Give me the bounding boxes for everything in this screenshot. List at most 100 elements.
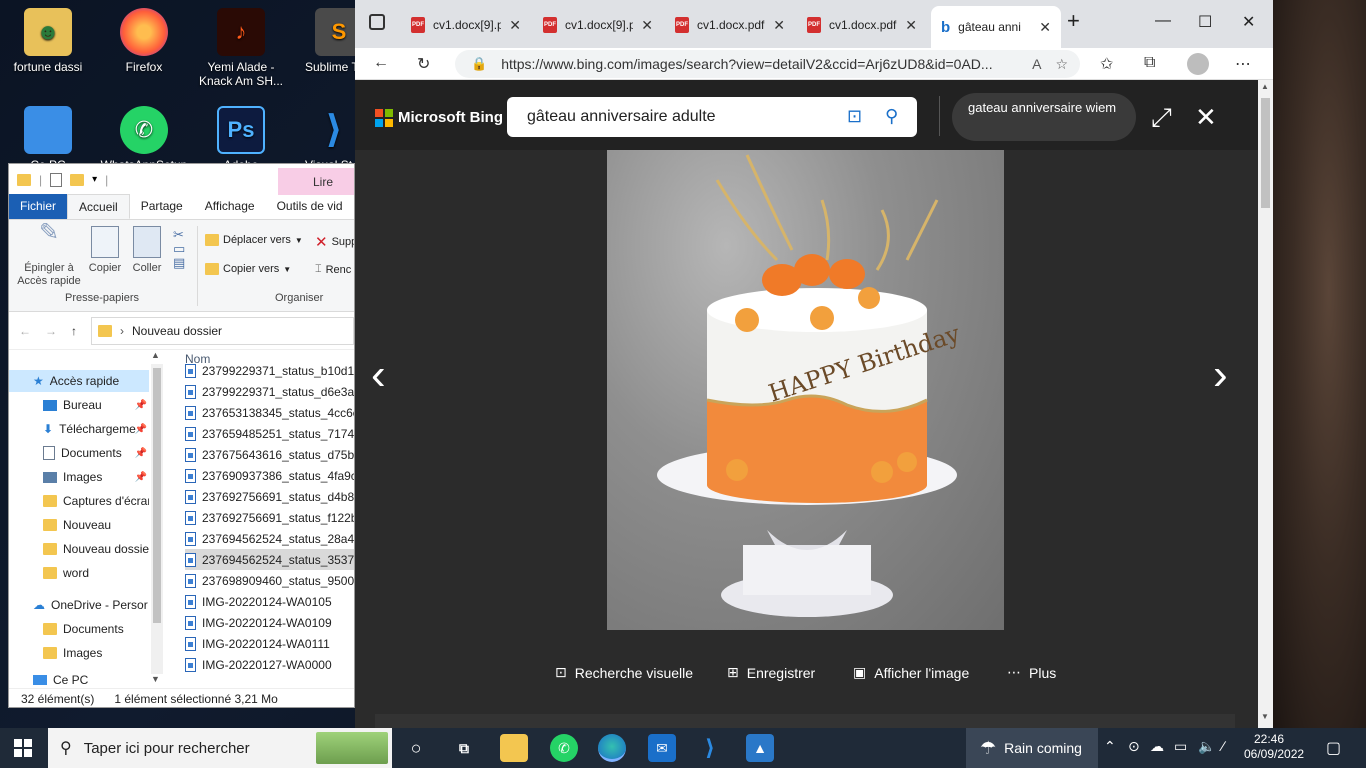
taskbar-search-box[interactable]: ⚲ Taper ici pour rechercher xyxy=(48,728,392,768)
bing-brand[interactable]: Microsoft Bing xyxy=(398,109,503,126)
file-row[interactable]: 237692756691_status_d4b893 xyxy=(185,486,354,507)
favorites-icon[interactable]: ✩ xyxy=(1100,54,1113,74)
add-favorite-icon[interactable]: ☆ xyxy=(1055,56,1080,73)
nav-item-quick-access[interactable]: ★ Accès rapide xyxy=(9,370,149,392)
close-icon[interactable]: ✕ xyxy=(1039,19,1051,36)
copy-to-button[interactable]: Copier vers ▼ xyxy=(205,263,291,275)
browser-tab[interactable]: PDF cv1.docx[9].pdf ✕ xyxy=(401,10,531,40)
cake-photo[interactable]: HAPPY Birthday xyxy=(607,150,1004,630)
file-row[interactable]: 23799229371_status_b10d143 xyxy=(185,360,354,381)
pin-quick-access-button[interactable]: ✎ Épingler à Accès rapide xyxy=(15,221,83,288)
scroll-down-icon[interactable]: ▼ xyxy=(151,674,160,684)
file-explorer-icon[interactable] xyxy=(500,734,528,762)
file-row[interactable]: 237675643616_status_d75b1c xyxy=(185,444,354,465)
tab-partage[interactable]: Partage xyxy=(130,194,194,219)
up-icon[interactable]: ↑ xyxy=(71,324,77,338)
nav-item-captures[interactable]: Captures d'écrar xyxy=(9,490,149,512)
contextual-tab-lire[interactable]: Lire xyxy=(278,168,354,195)
task-view-icon[interactable]: ⧉ xyxy=(450,734,478,762)
vscode-icon[interactable]: ⟩ xyxy=(696,734,724,762)
close-icon[interactable]: ✕ xyxy=(905,17,917,34)
url-bar[interactable]: 🔒 https://www.bing.com/images/search?vie… xyxy=(455,50,1080,78)
nav-item-telechargements[interactable]: ⬇ Téléchargeme 📌 xyxy=(9,418,149,440)
photos-icon[interactable]: ▲ xyxy=(746,734,774,762)
scroll-up-icon[interactable]: ▲ xyxy=(1261,82,1269,91)
close-icon[interactable]: ✕ xyxy=(1195,102,1217,133)
collections-icon[interactable]: ⧉ xyxy=(1144,54,1155,72)
close-icon[interactable]: ✕ xyxy=(773,17,785,34)
file-row[interactable]: IMG-20220124-WA0111 xyxy=(185,633,354,654)
tab-actions-icon[interactable] xyxy=(369,14,385,30)
nav-item-onedrive[interactable]: ☁ OneDrive - Persor xyxy=(9,594,149,616)
chevron-up-icon[interactable]: ⌃ xyxy=(1104,738,1116,755)
previous-image-icon[interactable]: ‹ xyxy=(371,350,386,400)
properties-icon[interactable] xyxy=(50,172,63,187)
chevron-down-icon[interactable]: ▾ xyxy=(92,174,97,185)
file-row[interactable]: 237698909460_status_9500cd xyxy=(185,570,354,591)
volume-icon[interactable]: 🔈 xyxy=(1198,738,1215,755)
delete-button[interactable]: ✕ Supp xyxy=(315,233,354,251)
tab-affichage[interactable]: Affichage xyxy=(194,194,266,219)
tab-outils-video[interactable]: Outils de vid xyxy=(266,194,354,219)
onedrive-icon[interactable]: ☁ xyxy=(1150,738,1164,755)
scroll-up-icon[interactable]: ▲ xyxy=(151,350,160,360)
more-menu-icon[interactable]: ⋯ xyxy=(1235,54,1251,74)
edge-icon[interactable] xyxy=(598,734,626,762)
browser-tab-active[interactable]: b gâteau anni ✕ xyxy=(931,6,1061,48)
back-icon[interactable]: ← xyxy=(19,324,31,338)
new-folder-icon[interactable] xyxy=(70,173,85,186)
expand-icon[interactable]: ⤢ xyxy=(1151,102,1172,134)
clipboard-small-icons[interactable]: ✂ ▭ ▤ xyxy=(173,228,185,270)
nav-item-nouveau-dossier[interactable]: Nouveau dossier xyxy=(9,538,149,560)
scrollbar-thumb[interactable] xyxy=(153,368,161,623)
save-button[interactable]: ⊞ Enregistrer xyxy=(727,664,815,681)
meet-now-icon[interactable]: ⊙ xyxy=(1128,738,1140,755)
notifications-icon[interactable]: ▢ xyxy=(1326,738,1341,758)
file-row[interactable]: 237692756691_status_f122b8 xyxy=(185,507,354,528)
nav-item-onedrive-images[interactable]: Images xyxy=(9,642,149,664)
clock[interactable]: 22:46 06/09/2022 xyxy=(1244,732,1304,762)
view-image-button[interactable]: ▣ Afficher l'image xyxy=(853,664,969,681)
desktop-icon-user-folder[interactable]: ☻ fortune dassi xyxy=(3,8,93,74)
file-row[interactable]: 237653138345_status_4cc6cd xyxy=(185,402,354,423)
tab-fichier[interactable]: Fichier xyxy=(9,194,68,219)
forward-icon[interactable]: → xyxy=(45,324,57,338)
address-bar[interactable]: › Nouveau dossier xyxy=(91,316,354,345)
close-icon[interactable]: ✕ xyxy=(509,17,521,34)
close-icon[interactable]: ✕ xyxy=(641,17,653,34)
nav-item-this-pc[interactable]: Ce PC xyxy=(9,672,149,688)
windows-start-icon[interactable] xyxy=(14,739,32,757)
cortana-icon[interactable]: ○ xyxy=(402,734,430,762)
visual-search-button[interactable]: ⊡ Recherche visuelle xyxy=(555,664,693,681)
related-search-chip[interactable]: gateau anniversaire wiem xyxy=(952,93,1136,141)
copy-button[interactable]: Copier xyxy=(85,226,125,275)
page-scrollbar[interactable]: ▲ ▼ xyxy=(1258,80,1273,728)
minimize-icon[interactable]: — xyxy=(1155,12,1171,30)
paste-button[interactable]: Coller xyxy=(127,226,167,275)
nav-item-word[interactable]: word xyxy=(9,562,149,584)
nav-item-images[interactable]: Images 📌 xyxy=(9,466,149,488)
move-to-button[interactable]: Déplacer vers ▼ xyxy=(205,234,303,246)
browser-tab[interactable]: PDF cv1.docx.pdf ✕ xyxy=(797,10,927,40)
nav-item-nouveau[interactable]: Nouveau xyxy=(9,514,149,536)
read-aloud-icon[interactable]: A xyxy=(1032,56,1041,72)
mail-icon[interactable]: ✉ xyxy=(648,734,676,762)
network-icon[interactable]: ∕ xyxy=(1222,738,1224,754)
whatsapp-icon[interactable]: ✆ xyxy=(550,734,578,762)
nav-item-documents[interactable]: Documents 📌 xyxy=(9,442,149,464)
file-row[interactable]: 237694562524_status_28a440 xyxy=(185,528,354,549)
file-row[interactable]: 237690937386_status_4fa9c3 xyxy=(185,465,354,486)
file-row[interactable]: 237659485251_status_7174f4 xyxy=(185,423,354,444)
browser-tab[interactable]: PDF cv1.docx.pdf ✕ xyxy=(665,10,795,40)
visual-search-icon[interactable]: ⊡ xyxy=(847,106,862,127)
browser-tab[interactable]: PDF cv1.docx[9].pdf ✕ xyxy=(533,10,663,40)
search-icon[interactable]: ⚲ xyxy=(885,106,898,127)
nav-scrollbar[interactable] xyxy=(151,364,163,674)
file-row[interactable]: IMG-20220127-WA0000 xyxy=(185,654,354,675)
rename-button[interactable]: ⌶ Renc xyxy=(315,263,351,276)
desktop-icon-sublime[interactable]: S Sublime T xyxy=(300,8,355,74)
file-row[interactable]: 23799229371_status_d6e3ae5 xyxy=(185,381,354,402)
profile-avatar[interactable] xyxy=(1187,53,1209,75)
tab-accueil[interactable]: Accueil xyxy=(67,194,130,219)
battery-icon[interactable]: ▭ xyxy=(1174,738,1187,755)
